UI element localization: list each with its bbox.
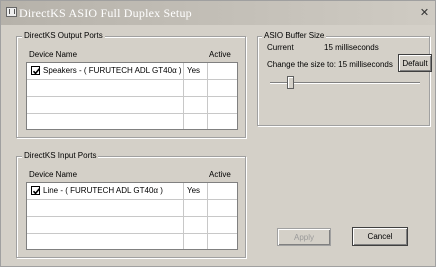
input-ports-list[interactable]: Line - ( FURUTECH ADL GT40α ) Yes (26, 182, 238, 250)
input-device-name: Line - ( FURUTECH ADL GT40α ) (43, 186, 163, 195)
output-device-active: Yes (187, 66, 201, 75)
current-buffer-value: 15 milliseconds (324, 43, 379, 52)
apply-button[interactable]: Apply (277, 228, 331, 246)
row-divider (27, 96, 237, 97)
output-device-name-header: Device Name (29, 50, 78, 59)
row-divider (27, 113, 237, 114)
output-ports-label: DirectKS Output Ports (22, 31, 105, 40)
row-divider (27, 199, 237, 200)
input-ports-label: DirectKS Input Ports (22, 151, 99, 160)
change-size-text: Change the size to: 15 milliseconds (267, 60, 393, 69)
asio-buffer-label: ASIO Buffer Size (262, 31, 327, 40)
row-divider (27, 233, 237, 234)
input-device-active: Yes (187, 186, 201, 195)
window-title: DirectKS ASIO Full Duplex Setup (19, 6, 192, 20)
close-icon[interactable]: ✕ (418, 6, 431, 19)
asio-setup-dialog: DirectKS ASIO Full Duplex Setup ✕ Direct… (0, 0, 436, 267)
input-ports-group: DirectKS Input Ports Device Name Active … (16, 151, 246, 258)
row-divider (27, 79, 237, 80)
input-active-header: Active (209, 170, 231, 179)
asio-buffer-group: ASIO Buffer Size Current 15 milliseconds… (257, 31, 432, 126)
cancel-button[interactable]: Cancel (352, 227, 408, 246)
checkmark-icon (32, 188, 41, 195)
default-button[interactable]: Default (398, 54, 432, 72)
output-ports-group: DirectKS Output Ports Device Name Active… (16, 31, 246, 138)
output-active-header: Active (209, 50, 231, 59)
input-active-checkbox[interactable] (31, 186, 41, 195)
output-ports-list[interactable]: Speakers - ( FURUTECH ADL GT40α ) Yes (26, 62, 238, 130)
row-divider (27, 216, 237, 217)
buffer-size-slider[interactable] (287, 76, 295, 89)
checkmark-icon (32, 68, 41, 75)
output-active-checkbox[interactable] (31, 66, 41, 75)
title-bar[interactable]: DirectKS ASIO Full Duplex Setup ✕ (1, 1, 435, 25)
current-label: Current (267, 43, 294, 52)
app-icon (6, 7, 17, 17)
input-device-name-header: Device Name (29, 170, 78, 179)
output-device-name: Speakers - ( FURUTECH ADL GT40α ) (43, 66, 182, 75)
